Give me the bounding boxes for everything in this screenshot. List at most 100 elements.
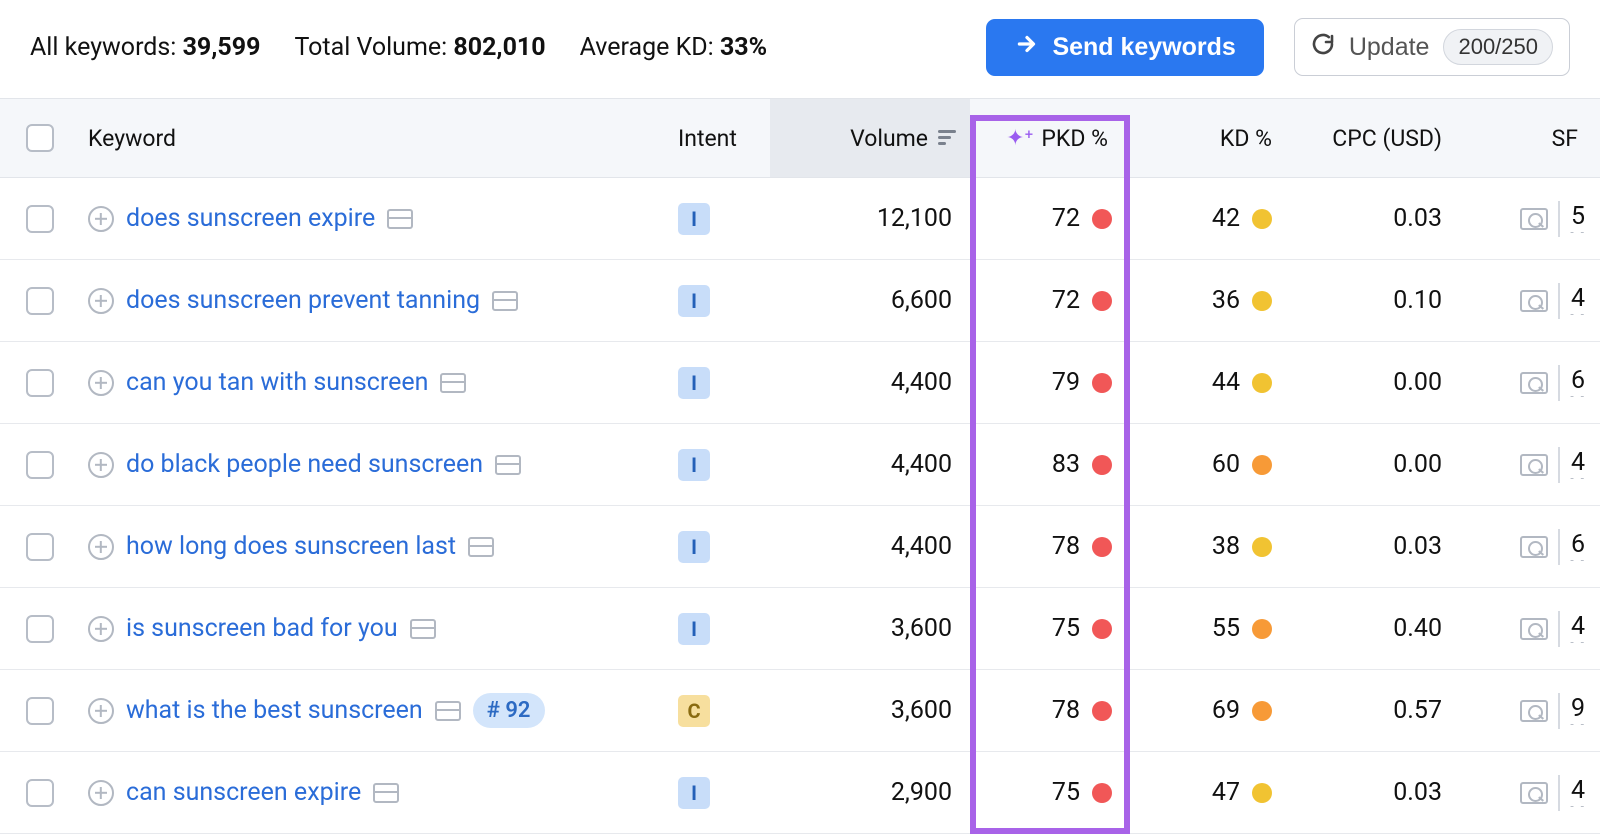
sf-cell[interactable]: 4- - [1460, 601, 1600, 657]
table-row: can you tan with sunscreenI4,40079440.00… [0, 342, 1600, 424]
cpc-cell: 0.00 [1290, 440, 1460, 489]
table-row: how long does sunscreen lastI4,40078380.… [0, 506, 1600, 588]
kd-cell: 42 [1130, 194, 1290, 243]
keyword-link[interactable]: does sunscreen prevent tanning [126, 286, 480, 315]
expand-icon[interactable] [88, 206, 114, 232]
serp-icon[interactable] [435, 701, 461, 721]
row-checkbox[interactable] [26, 451, 54, 479]
expand-icon[interactable] [88, 370, 114, 396]
difficulty-dot-icon [1252, 783, 1272, 803]
expand-icon[interactable] [88, 452, 114, 478]
column-intent[interactable]: Intent [670, 115, 770, 162]
row-checkbox[interactable] [26, 779, 54, 807]
expand-icon[interactable] [88, 616, 114, 642]
row-checkbox[interactable] [26, 287, 54, 315]
difficulty-dot-icon [1252, 209, 1272, 229]
difficulty-dot-icon [1252, 373, 1272, 393]
table-row: does sunscreen prevent tanningI6,6007236… [0, 260, 1600, 342]
send-keywords-button[interactable]: Send keywords [986, 19, 1263, 76]
sf-cell[interactable]: 9- - [1460, 683, 1600, 739]
column-sf[interactable]: SF [1460, 115, 1600, 162]
sf-cell[interactable]: 4- - [1460, 765, 1600, 821]
difficulty-dot-icon [1092, 619, 1112, 639]
kd-cell: 47 [1130, 768, 1290, 817]
expand-icon[interactable] [88, 534, 114, 560]
serp-icon[interactable] [440, 373, 466, 393]
serp-features-icon [1520, 454, 1548, 476]
intent-badge: I [678, 285, 710, 317]
cpc-cell: 0.03 [1290, 522, 1460, 571]
cpc-cell: 0.57 [1290, 686, 1460, 735]
table-row: do black people need sunscreenI4,4008360… [0, 424, 1600, 506]
serp-icon[interactable] [410, 619, 436, 639]
column-volume[interactable]: Volume [770, 99, 970, 177]
row-checkbox[interactable] [26, 205, 54, 233]
serp-features-icon [1520, 536, 1548, 558]
column-cpc[interactable]: CPC (USD) [1290, 115, 1460, 162]
serp-icon[interactable] [468, 537, 494, 557]
select-all-checkbox[interactable] [26, 124, 54, 152]
serp-features-icon [1520, 290, 1548, 312]
column-kd[interactable]: KD % [1130, 115, 1290, 162]
row-checkbox[interactable] [26, 615, 54, 643]
volume-cell: 4,400 [770, 440, 970, 489]
sf-cell[interactable]: 6- - [1460, 355, 1600, 411]
difficulty-dot-icon [1092, 291, 1112, 311]
kd-cell: 60 [1130, 440, 1290, 489]
row-checkbox[interactable] [26, 697, 54, 725]
kd-cell: 36 [1130, 276, 1290, 325]
intent-badge: I [678, 203, 710, 235]
volume-cell: 3,600 [770, 686, 970, 735]
pkd-cell: 75 [970, 768, 1130, 817]
keyword-link[interactable]: how long does sunscreen last [126, 532, 456, 561]
serp-icon[interactable] [373, 783, 399, 803]
table-row: is sunscreen bad for youI3,60075550.404-… [0, 588, 1600, 670]
pkd-cell: 83 [970, 440, 1130, 489]
keyword-link[interactable]: do black people need sunscreen [126, 450, 483, 479]
serp-features-icon [1520, 782, 1548, 804]
expand-icon[interactable] [88, 698, 114, 724]
rank-pill: # 92 [473, 693, 545, 728]
sparkle-icon: ✦⁺ [1006, 126, 1033, 151]
column-keyword[interactable]: Keyword [80, 115, 670, 162]
update-button[interactable]: Update 200/250 [1294, 18, 1570, 76]
difficulty-dot-icon [1252, 701, 1272, 721]
row-checkbox[interactable] [26, 369, 54, 397]
keyword-link[interactable]: can sunscreen expire [126, 778, 361, 807]
difficulty-dot-icon [1092, 537, 1112, 557]
difficulty-dot-icon [1092, 783, 1112, 803]
keyword-link[interactable]: what is the best sunscreen [126, 696, 423, 725]
sf-cell[interactable]: 5- - [1460, 191, 1600, 247]
column-pkd[interactable]: ✦⁺ PKD % [970, 115, 1130, 162]
serp-features-icon [1520, 208, 1548, 230]
volume-cell: 4,400 [770, 522, 970, 571]
keyword-link[interactable]: is sunscreen bad for you [126, 614, 398, 643]
sf-cell[interactable]: 4- - [1460, 437, 1600, 493]
table-row: what is the best sunscreen# 92C3,6007869… [0, 670, 1600, 752]
serp-features-icon [1520, 618, 1548, 640]
sf-cell[interactable]: 4- - [1460, 273, 1600, 329]
serp-icon[interactable] [492, 291, 518, 311]
difficulty-dot-icon [1252, 291, 1272, 311]
row-checkbox[interactable] [26, 533, 54, 561]
expand-icon[interactable] [88, 780, 114, 806]
volume-cell: 2,900 [770, 768, 970, 817]
serp-icon[interactable] [495, 455, 521, 475]
difficulty-dot-icon [1252, 619, 1272, 639]
difficulty-dot-icon [1092, 209, 1112, 229]
difficulty-dot-icon [1092, 373, 1112, 393]
cpc-cell: 0.03 [1290, 194, 1460, 243]
pkd-cell: 75 [970, 604, 1130, 653]
kd-cell: 38 [1130, 522, 1290, 571]
keyword-link[interactable]: does sunscreen expire [126, 204, 375, 233]
volume-cell: 12,100 [770, 194, 970, 243]
sf-cell[interactable]: 6- - [1460, 519, 1600, 575]
volume-cell: 3,600 [770, 604, 970, 653]
expand-icon[interactable] [88, 288, 114, 314]
volume-cell: 4,400 [770, 358, 970, 407]
keyword-link[interactable]: can you tan with sunscreen [126, 368, 428, 397]
intent-badge: I [678, 531, 710, 563]
intent-badge: I [678, 367, 710, 399]
serp-icon[interactable] [387, 209, 413, 229]
intent-badge: I [678, 613, 710, 645]
